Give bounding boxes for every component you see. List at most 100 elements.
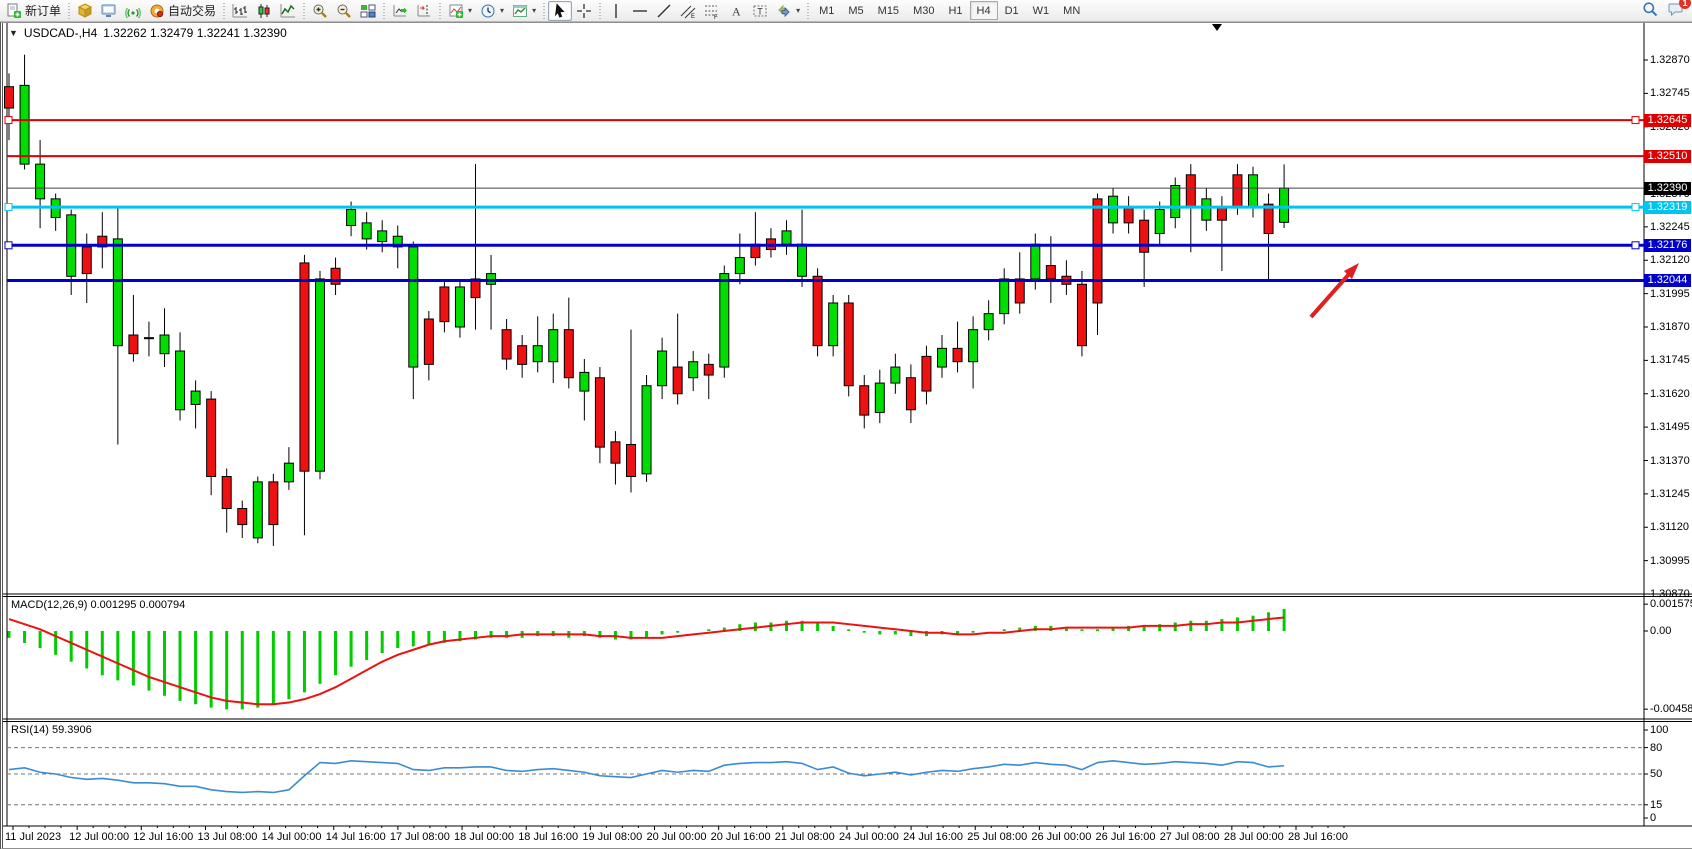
timeframe-button-m5[interactable]: M5: [841, 1, 870, 20]
candle-body: [129, 335, 138, 354]
toolbar-separator: [383, 3, 385, 19]
chart-shift-button[interactable]: [412, 1, 436, 21]
candlestick-button[interactable]: [252, 1, 276, 21]
line-handle[interactable]: [1632, 117, 1639, 124]
price-tick-label: 1.31245: [1650, 488, 1690, 500]
candle-body: [378, 231, 387, 242]
time-label: 25 Jul 08:00: [967, 831, 1027, 843]
timeframe-button-m1[interactable]: M1: [812, 1, 841, 20]
line-price-tag: 1.32510: [1644, 150, 1691, 163]
publisher-button[interactable]: [73, 1, 97, 21]
candle-body: [798, 244, 807, 276]
candle-body: [207, 399, 216, 476]
candle-body: [627, 444, 636, 476]
crosshair-button[interactable]: [572, 1, 596, 21]
new-order-button[interactable]: 新订单: [2, 1, 65, 21]
candle-body: [191, 391, 200, 404]
indicators-button[interactable]: ▾: [444, 1, 476, 21]
cursor-button[interactable]: [548, 1, 572, 21]
candle-body: [362, 223, 371, 239]
chevron-down-icon[interactable]: ▾: [500, 6, 504, 15]
cursor-icon: [552, 3, 568, 19]
vertical-line-button[interactable]: [604, 1, 628, 21]
auto-scroll-button[interactable]: [388, 1, 412, 21]
candle-body: [300, 263, 309, 471]
candle-body: [20, 85, 29, 164]
timeframe-button-m15[interactable]: M15: [871, 1, 906, 20]
horizontal-line-button[interactable]: [628, 1, 652, 21]
line-chart-button[interactable]: [276, 1, 300, 21]
periods-button[interactable]: ▾: [476, 1, 508, 21]
price-tick-label: 1.32745: [1650, 87, 1690, 99]
search-icon[interactable]: [1642, 1, 1658, 20]
candle-body: [518, 346, 527, 365]
timeframe-button-w1[interactable]: W1: [1026, 1, 1057, 20]
candle-body: [922, 356, 931, 391]
timeframe-button-m30[interactable]: M30: [906, 1, 941, 20]
rsi-line: [9, 761, 1284, 793]
bar-chart-button[interactable]: [228, 1, 252, 21]
line-handle[interactable]: [5, 242, 12, 249]
chevron-down-icon[interactable]: ▾: [532, 6, 536, 15]
templates-button[interactable]: ▾: [508, 1, 540, 21]
candle-body: [409, 247, 418, 367]
line-handle[interactable]: [5, 117, 12, 124]
line-price-tag: 1.32044: [1644, 274, 1691, 287]
one-click-trading-expander-icon[interactable]: ▼: [9, 28, 18, 38]
candle-body: [595, 378, 604, 447]
time-label: 24 Jul 00:00: [839, 831, 899, 843]
chart-symbol-period: USDCAD-,H4: [24, 26, 97, 40]
candle-body: [891, 367, 900, 383]
candle-body: [284, 463, 293, 482]
terminal-button[interactable]: [97, 1, 121, 21]
candle-body: [440, 287, 449, 322]
trendline-button[interactable]: [652, 1, 676, 21]
chart-shift-marker-icon[interactable]: [1212, 24, 1222, 31]
arrows-button[interactable]: ▾: [772, 1, 804, 21]
price-tick-label: 1.31370: [1650, 455, 1690, 467]
candle-body: [658, 351, 667, 386]
candle-body: [689, 362, 698, 378]
toolbar-separator: [223, 3, 225, 19]
candle-body: [860, 386, 869, 415]
time-label: 20 Jul 00:00: [647, 831, 707, 843]
macd-tick-label: 0.00: [1650, 625, 1671, 637]
macd-tick-label: 0.001575: [1650, 598, 1692, 610]
signals-button[interactable]: [121, 1, 145, 21]
indicators-icon: [448, 3, 464, 19]
chart-shift-icon: [416, 3, 432, 19]
toolbar-separator: [807, 3, 809, 19]
text-button[interactable]: A: [724, 1, 748, 21]
chat-icon[interactable]: 1: [1668, 1, 1684, 20]
timeframe-button-mn[interactable]: MN: [1056, 1, 1087, 20]
chevron-down-icon[interactable]: ▾: [468, 6, 472, 15]
text-label-button[interactable]: T: [748, 1, 772, 21]
candle-body: [36, 164, 45, 199]
line-chart-icon: [280, 3, 296, 19]
line-handle[interactable]: [1632, 242, 1639, 249]
timeframe-button-h4[interactable]: H4: [970, 1, 998, 20]
timeframe-button-d1[interactable]: D1: [998, 1, 1026, 20]
toolbar-separator: [599, 3, 601, 19]
chart-title-row: ▼ USDCAD-,H4 1.32262 1.32479 1.32241 1.3…: [9, 26, 287, 40]
price-tick-label: 1.30995: [1650, 555, 1690, 567]
time-label: 14 Jul 16:00: [326, 831, 386, 843]
terminal-icon: [101, 3, 117, 19]
chevron-down-icon[interactable]: ▾: [796, 6, 800, 15]
tile-windows-button[interactable]: [356, 1, 380, 21]
autotrading-button[interactable]: 自动交易: [145, 1, 220, 21]
line-handle[interactable]: [5, 204, 12, 211]
time-label: 20 Jul 16:00: [711, 831, 771, 843]
timeframe-button-h1[interactable]: H1: [941, 1, 969, 20]
fibonacci-icon: F: [704, 3, 720, 19]
toolbar: 新订单 自动交易 ▾ ▾ ▾ EFAT ▾ M1M5M15M30H1H4D1W1MN 1: [0, 0, 1692, 22]
price-tick-label: 1.31745: [1650, 354, 1690, 366]
fibonacci-button[interactable]: F: [700, 1, 724, 21]
chart-canvas[interactable]: [3, 23, 1692, 848]
time-label: 19 Jul 08:00: [582, 831, 642, 843]
zoom-out-button[interactable]: [332, 1, 356, 21]
equidistant-channel-button[interactable]: E: [676, 1, 700, 21]
time-label: 11 Jul 2023: [5, 831, 61, 843]
line-handle[interactable]: [1632, 204, 1639, 211]
zoom-in-button[interactable]: [308, 1, 332, 21]
